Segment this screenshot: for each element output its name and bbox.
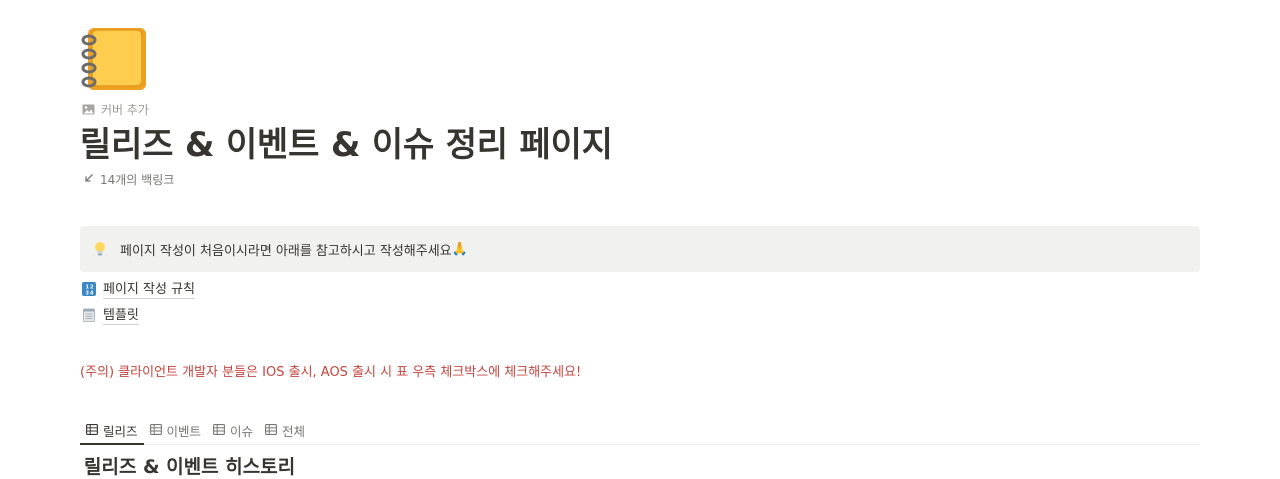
lightbulb-icon (92, 240, 108, 258)
page-title[interactable]: 릴리즈 & 이벤트 & 이슈 정리 페이지 (80, 122, 613, 168)
tab-issue[interactable]: 이슈 (207, 416, 259, 444)
arrow-down-left-icon (84, 172, 94, 186)
add-cover-button[interactable]: 커버 추가 (82, 100, 149, 118)
database-title[interactable]: 릴리즈 & 이벤트 히스토리 (84, 452, 295, 479)
tab-label: 이벤트 (166, 423, 202, 439)
link-page-writing-rules[interactable]: 1 2 3 4 페이지 작성 규칙 (82, 279, 195, 301)
tab-label: 전체 (282, 423, 306, 439)
table-icon (265, 423, 277, 438)
tab-event[interactable]: 이벤트 (144, 416, 208, 444)
backlinks-label: 14개의 백링크 (100, 172, 175, 187)
callout-block[interactable]: 페이지 작성이 처음이시라면 아래를 참고하시고 작성해주세요 🙏 (80, 226, 1200, 272)
tab-label: 릴리즈 (103, 423, 138, 439)
pray-emoji-icon: 🙏 (451, 241, 468, 257)
table-icon (213, 423, 225, 438)
backlinks-button[interactable]: 14개의 백링크 (84, 170, 174, 188)
numbers-icon: 1 2 3 4 (82, 281, 96, 300)
notebook-icon[interactable] (80, 24, 150, 94)
tab-label: 이슈 (230, 423, 254, 439)
notepad-icon (82, 307, 96, 326)
svg-text:1: 1 (86, 284, 90, 290)
image-icon (82, 104, 95, 115)
database-view-tabs: 릴리즈 이벤트 이슈 전체 (80, 416, 1200, 445)
link-label: 템플릿 (103, 308, 139, 325)
table-icon (149, 423, 162, 438)
callout-text: 페이지 작성이 처음이시라면 아래를 참고하시고 작성해주세요 (120, 243, 452, 259)
link-label: 페이지 작성 규칙 (103, 282, 195, 299)
svg-text:2: 2 (90, 284, 94, 290)
tab-release[interactable]: 릴리즈 (80, 416, 144, 445)
svg-text:4: 4 (90, 290, 94, 296)
add-cover-label: 커버 추가 (101, 102, 149, 117)
warning-text[interactable]: (주의) 클라이언트 개발자 분들은 IOS 출시, AOS 출시 시 표 우측… (80, 361, 581, 380)
link-template[interactable]: 템플릿 (82, 305, 139, 327)
svg-text:3: 3 (86, 290, 90, 296)
tab-all[interactable]: 전체 (259, 416, 311, 444)
table-icon (86, 423, 98, 438)
